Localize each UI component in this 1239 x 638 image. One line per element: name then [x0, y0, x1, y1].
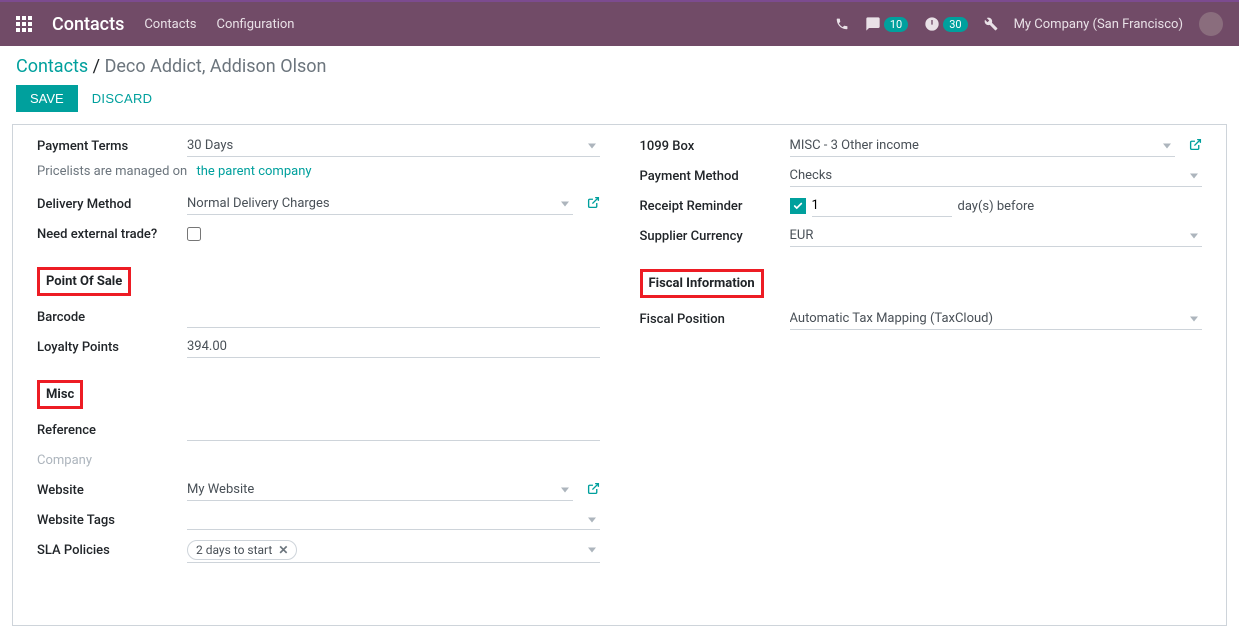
- box1099-select[interactable]: [790, 135, 1176, 157]
- box1099-label: 1099 Box: [640, 139, 790, 154]
- section-point-of-sale: Point Of Sale: [37, 267, 131, 296]
- delivery-method-label: Delivery Method: [37, 197, 187, 212]
- field-company: Company: [37, 445, 600, 475]
- website-tags-input[interactable]: [187, 510, 600, 530]
- app-title[interactable]: Contacts: [52, 14, 124, 35]
- website-input[interactable]: [187, 479, 573, 501]
- payment-terms-input[interactable]: [187, 135, 600, 157]
- website-tags-label: Website Tags: [37, 513, 187, 528]
- pricelist-note-text: Pricelists are managed on: [37, 164, 187, 179]
- field-payment-method: Payment Method: [640, 161, 1203, 191]
- box1099-input[interactable]: [790, 135, 1176, 157]
- barcode-label: Barcode: [37, 310, 187, 325]
- nav-configuration[interactable]: Configuration: [217, 17, 295, 32]
- company-selector[interactable]: My Company (San Francisco): [1014, 17, 1183, 32]
- activity-icon[interactable]: 30: [924, 16, 967, 32]
- left-column: Payment Terms Pricelists are managed on …: [37, 131, 600, 565]
- action-row: SAVE DISCARD: [0, 81, 1239, 124]
- payment-method-label: Payment Method: [640, 169, 790, 184]
- company-label: Company: [37, 453, 187, 468]
- payment-method-select[interactable]: [790, 165, 1203, 187]
- sla-label: SLA Policies: [37, 543, 187, 558]
- receipt-reminder-days-input[interactable]: [812, 195, 952, 217]
- fiscal-position-input[interactable]: [790, 308, 1203, 330]
- user-avatar[interactable]: [1199, 12, 1223, 36]
- activity-count-badge: 30: [943, 17, 967, 32]
- receipt-reminder-checkbox[interactable]: [790, 198, 806, 214]
- phone-icon[interactable]: [835, 17, 849, 31]
- breadcrumb: Contacts / Deco Addict, Addison Olson: [16, 56, 1223, 77]
- field-website-tags: Website Tags: [37, 505, 600, 535]
- top-navbar: Contacts Contacts Configuration 10 30 My…: [0, 0, 1239, 46]
- discard-button[interactable]: DISCARD: [92, 91, 153, 106]
- external-link-icon[interactable]: [587, 482, 600, 499]
- field-external-trade: Need external trade?: [37, 219, 600, 249]
- fiscal-position-label: Fiscal Position: [640, 312, 790, 327]
- tag-remove-icon[interactable]: ✕: [278, 543, 288, 557]
- field-loyalty: Loyalty Points: [37, 332, 600, 362]
- navbar-left: Contacts Contacts Configuration: [16, 14, 294, 35]
- external-link-icon[interactable]: [1189, 138, 1202, 155]
- breadcrumb-root[interactable]: Contacts: [16, 56, 88, 77]
- breadcrumb-row: Contacts / Deco Addict, Addison Olson: [0, 46, 1239, 81]
- field-website: Website: [37, 475, 600, 505]
- sla-tags-input[interactable]: 2 days to start ✕: [187, 538, 600, 563]
- pricelist-note: Pricelists are managed on the parent com…: [37, 161, 600, 189]
- supplier-currency-select[interactable]: [790, 225, 1203, 247]
- field-delivery-method: Delivery Method: [37, 189, 600, 219]
- right-column: 1099 Box Payment Method: [640, 131, 1203, 565]
- field-payment-terms: Payment Terms: [37, 131, 600, 161]
- reference-input[interactable]: [187, 419, 600, 441]
- loyalty-input[interactable]: [187, 336, 600, 358]
- field-supplier-currency: Supplier Currency: [640, 221, 1203, 251]
- payment-terms-label: Payment Terms: [37, 139, 187, 154]
- barcode-input[interactable]: [187, 306, 600, 328]
- section-fiscal-information: Fiscal Information: [640, 269, 764, 298]
- chat-count-badge: 10: [884, 17, 908, 32]
- sheet-wrap: Payment Terms Pricelists are managed on …: [0, 124, 1239, 638]
- field-sla: SLA Policies 2 days to start ✕: [37, 535, 600, 565]
- supplier-currency-label: Supplier Currency: [640, 229, 790, 244]
- receipt-reminder-suffix: day(s) before: [958, 199, 1035, 214]
- field-reference: Reference: [37, 415, 600, 445]
- save-button[interactable]: SAVE: [16, 85, 78, 112]
- form-columns: Payment Terms Pricelists are managed on …: [37, 131, 1202, 565]
- tools-icon[interactable]: [984, 17, 998, 31]
- website-label: Website: [37, 483, 187, 498]
- chat-icon[interactable]: 10: [865, 16, 908, 32]
- field-fiscal-position: Fiscal Position: [640, 304, 1203, 334]
- field-1099-box: 1099 Box: [640, 131, 1203, 161]
- delivery-method-select[interactable]: [187, 193, 573, 215]
- reference-label: Reference: [37, 423, 187, 438]
- navbar-right: 10 30 My Company (San Francisco): [835, 12, 1223, 36]
- sla-tag-label: 2 days to start: [196, 543, 272, 557]
- payment-terms-select[interactable]: [187, 135, 600, 157]
- field-receipt-reminder: Receipt Reminder day(s) before: [640, 191, 1203, 221]
- supplier-currency-input[interactable]: [790, 225, 1203, 247]
- external-link-icon[interactable]: [587, 196, 600, 213]
- pricelist-parent-link[interactable]: the parent company: [196, 164, 311, 179]
- receipt-reminder-label: Receipt Reminder: [640, 199, 790, 214]
- apps-icon[interactable]: [16, 16, 32, 32]
- loyalty-label: Loyalty Points: [37, 340, 187, 355]
- nav-contacts[interactable]: Contacts: [144, 17, 196, 32]
- fiscal-position-select[interactable]: [790, 308, 1203, 330]
- field-barcode: Barcode: [37, 302, 600, 332]
- website-select[interactable]: [187, 479, 573, 501]
- form-sheet: Payment Terms Pricelists are managed on …: [12, 124, 1227, 626]
- delivery-method-input[interactable]: [187, 193, 573, 215]
- section-misc: Misc: [37, 380, 83, 409]
- external-trade-label: Need external trade?: [37, 227, 187, 242]
- payment-method-input[interactable]: [790, 165, 1203, 187]
- sla-tag: 2 days to start ✕: [187, 540, 297, 560]
- breadcrumb-separator: /: [93, 56, 105, 77]
- external-trade-checkbox[interactable]: [187, 227, 201, 241]
- breadcrumb-current: Deco Addict, Addison Olson: [105, 56, 327, 77]
